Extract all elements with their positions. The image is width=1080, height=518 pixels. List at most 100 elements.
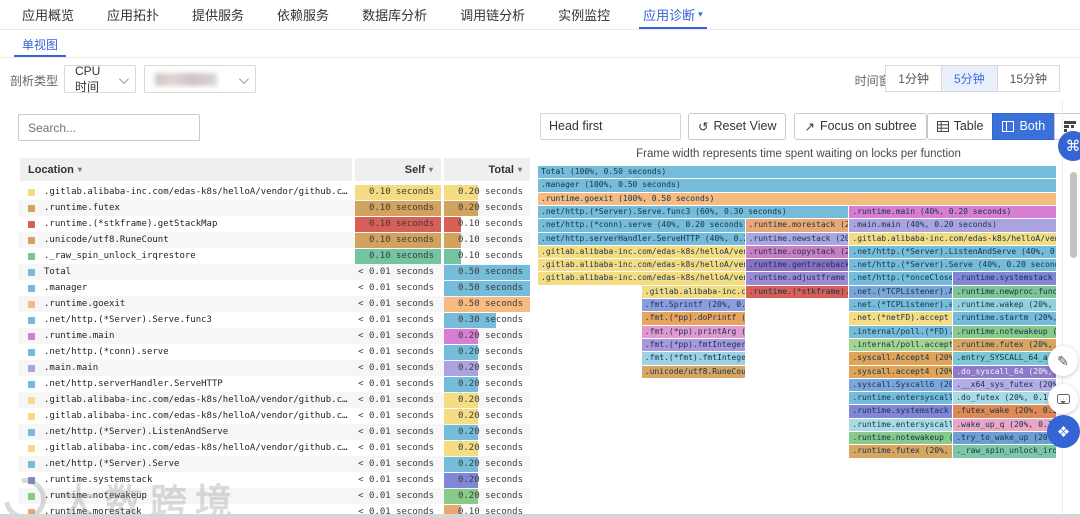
table-row[interactable]: .gitlab.alibaba-inc.com/edas-k8s/helloA/… [18, 440, 530, 456]
nav-tab-提供服务[interactable]: 提供服务 [192, 0, 244, 29]
flame-frame[interactable]: .runtime.notewakeup (20%, 0.10 seconds) [953, 326, 1057, 338]
flame-frame[interactable]: .fmt.Sprintf (20%, 0.10 seconds) [642, 299, 746, 311]
profile-type-select[interactable]: CPU时间 [64, 65, 136, 93]
flame-frame[interactable]: .main.main (40%, 0.20 seconds) [849, 219, 1057, 231]
flame-frame[interactable]: .syscall.accept4 (20%, 0.10 seconds) [849, 366, 953, 378]
flame-frame[interactable]: .net/http.(*Server).Serve.func3 (60%, 0.… [538, 206, 849, 218]
table-row[interactable]: .runtime.notewakeup< 0.01 seconds0.20 se… [18, 488, 530, 504]
flame-frame[interactable]: .unicode/utf8.RuneCount [642, 366, 746, 378]
flame-frame[interactable]: .net/http.serverHandler.ServeHTTP (40%, … [538, 233, 746, 245]
flame-frame[interactable]: ._raw_spin_unlock_irqrestore (20%, 0.10 … [953, 445, 1057, 457]
flame-frame[interactable]: .runtime.main (40%, 0.20 seconds) [849, 206, 1057, 218]
flame-frame[interactable]: .internal/poll.(*FD).Accept (20%, 0.10 s… [849, 326, 953, 338]
chat-float-button[interactable]: ··· [1048, 384, 1078, 414]
flame-frame[interactable]: .runtime.wakep (20%, 0.10 seconds) [953, 299, 1057, 311]
table-row[interactable]: .runtime.futex0.10 seconds0.20 seconds [18, 200, 530, 216]
focus-subtree-button[interactable]: ↗ Focus on subtree [794, 113, 926, 140]
table-row[interactable]: .runtime.goexit< 0.01 seconds0.50 second… [18, 296, 530, 312]
table-row[interactable]: .runtime.systemstack< 0.01 seconds0.20 s… [18, 472, 530, 488]
flame-frame[interactable]: .runtime.entersyscall_sysmon (20%, 0.10 … [849, 419, 953, 431]
flame-frame[interactable]: .do_syscall_64 (20%, 0.10 seconds) [953, 366, 1057, 378]
flame-frame[interactable]: .runtime.notewakeup (20%, 0.10 seconds) [849, 432, 953, 444]
flame-frame[interactable]: .gitlab.alibaba-inc.com/edas-k8s/helloA/… [538, 259, 746, 271]
flame-frame[interactable]: .net.(*netFD).accept (20%, 0.10 seconds) [849, 312, 953, 324]
flame-frame[interactable]: Total (100%, 0.50 seconds) [538, 166, 1057, 178]
flame-frame[interactable]: .runtime.newstack (20%, 0.10 seconds) [746, 233, 850, 245]
flame-frame[interactable]: .net/http.(*conn).serve (40%, 0.20 secon… [538, 219, 746, 231]
nav-tab-调用链分析[interactable]: 调用链分析 [460, 0, 525, 29]
nav-tab-依赖服务[interactable]: 依赖服务 [277, 0, 329, 29]
flame-frame[interactable]: .gitlab.alibaba-inc.com/edas-k8s/helloA/… [642, 286, 746, 298]
feedback-pencil-button[interactable]: ✎ [1048, 346, 1078, 376]
search-input[interactable] [18, 114, 200, 141]
flame-frame[interactable]: .runtime.copystack (20%, 0.10 seconds) [746, 246, 850, 258]
table-row[interactable]: .runtime.(*stkframe).getStackMap0.10 sec… [18, 216, 530, 232]
flame-frame[interactable]: .wake_up_q (20%, 0.10 seconds) [953, 419, 1057, 431]
flame-frame[interactable]: .try_to_wake_up (20%, 0.10 seconds) [953, 432, 1057, 444]
nav-tab-数据库分析[interactable]: 数据库分析 [362, 0, 427, 29]
both-view-button[interactable]: Both [992, 113, 1055, 140]
flame-frame[interactable]: .runtime.entersyscall (20%, 0.10 seconds… [849, 392, 953, 404]
scrollbar-thumb[interactable] [1070, 172, 1077, 258]
flame-frame[interactable]: .syscall.Syscall6 (20%, 0.10 seconds) [849, 379, 953, 391]
table-row[interactable]: .gitlab.alibaba-inc.com/edas-k8s/helloA/… [18, 392, 530, 408]
flame-frame[interactable]: .runtime.gentraceback (20%, 0.10 seconds… [746, 259, 850, 271]
nav-tab-应用概览[interactable]: 应用概览 [22, 0, 74, 29]
flame-frame[interactable]: .gitlab.alibaba-inc.com/edas-k8s/helloA/… [849, 233, 1057, 245]
window-button-15分钟[interactable]: 15分钟 [997, 65, 1060, 92]
flame-frame[interactable]: .do_futex (20%, 0.10 seconds) [953, 392, 1057, 404]
flame-frame[interactable]: .net.(*TCPListener).Accept (20%, 0.10 se… [849, 286, 953, 298]
flame-frame[interactable]: .fmt.(*pp).doPrintf (20%, 0.10 seconds) [642, 312, 746, 324]
table-row[interactable]: .manager< 0.01 seconds0.50 seconds [18, 280, 530, 296]
flame-frame[interactable]: .runtime.systemstack (20%, 0.10 seconds) [849, 405, 953, 417]
flame-frame[interactable]: .manager (100%, 0.50 seconds) [538, 179, 1057, 191]
flame-frame[interactable]: .runtime.systemstack (20%, 0.10 seconds) [953, 272, 1057, 284]
nav-tab-应用拓扑[interactable]: 应用拓扑 [107, 0, 159, 29]
flame-frame[interactable]: .__x64_sys_futex (20%, 0.10 seconds) [953, 379, 1057, 391]
table-row[interactable]: .net/http.serverHandler.ServeHTTP< 0.01 … [18, 376, 530, 392]
tab-single-view[interactable]: 单视图 [22, 31, 58, 57]
flame-frame[interactable]: .runtime.futex (20%, 0.10 seconds) [953, 339, 1057, 351]
table-row[interactable]: .main.main< 0.01 seconds0.20 seconds [18, 360, 530, 376]
flame-frame[interactable]: .net/http.(*onceCloseListener).Accept (2… [849, 272, 953, 284]
apps-float-button[interactable]: ❖ [1047, 415, 1080, 448]
flame-frame[interactable]: .fmt.(*pp).printArg (20%, 0.10 seconds) [642, 326, 746, 338]
window-button-1分钟[interactable]: 1分钟 [885, 65, 942, 92]
table-row[interactable]: .unicode/utf8.RuneCount0.10 seconds0.10 … [18, 232, 530, 248]
window-button-5分钟[interactable]: 5分钟 [941, 65, 998, 92]
flame-frame[interactable]: .runtime.adjustframe (20%, 0.10 seconds) [746, 272, 850, 284]
column-header-location[interactable]: Location ▾ [20, 158, 352, 181]
table-row[interactable]: Total< 0.01 seconds0.50 seconds [18, 264, 530, 280]
nav-tab-实例监控[interactable]: 实例监控 [558, 0, 610, 29]
table-row[interactable]: .gitlab.alibaba-inc.com/edas-k8s/helloA/… [18, 184, 530, 200]
flame-frame[interactable]: .runtime.futex (20%, 0.10 seconds) [849, 445, 953, 457]
column-header-self[interactable]: Self ▾ [355, 158, 441, 181]
table-row[interactable]: .net/http.(*conn).serve< 0.01 seconds0.2… [18, 344, 530, 360]
flame-frame[interactable]: .futex_wake (20%, 0.10 seconds) [953, 405, 1057, 417]
flame-frame[interactable]: .net/http.(*Server).ListenAndServe (40%,… [849, 246, 1057, 258]
flame-frame[interactable]: .fmt.(*pp).fmtInteger (20%, 0.10 seconds… [642, 339, 746, 351]
flame-frame[interactable]: .net.(*TCPListener).accept (20%, 0.10 se… [849, 299, 953, 311]
flame-frame[interactable]: .runtime.morestack (20%, 0.10 seconds) [746, 219, 850, 231]
table-row[interactable]: .net/http.(*Server).ListenAndServe< 0.01… [18, 424, 530, 440]
table-view-button[interactable]: Table [927, 113, 994, 140]
flame-frame[interactable]: .gitlab.alibaba-inc.com/edas-k8s/helloA/… [538, 246, 746, 258]
flame-frame[interactable]: .syscall.Accept4 (20%, 0.10 seconds) [849, 352, 953, 364]
table-row[interactable]: .gitlab.alibaba-inc.com/edas-k8s/helloA/… [18, 408, 530, 424]
flame-frame[interactable]: .runtime.newproc.func1 (20%, 0.10 second… [953, 286, 1057, 298]
flame-frame[interactable]: .runtime.startm (20%, 0.10 seconds) [953, 312, 1057, 324]
head-first-input[interactable] [540, 113, 681, 140]
reset-view-button[interactable]: ↺ Reset View [688, 113, 786, 140]
table-row[interactable]: ._raw_spin_unlock_irqrestore0.10 seconds… [18, 248, 530, 264]
flame-frame[interactable]: .entry_SYSCALL_64_after_hwframe (20%, 0.… [953, 352, 1057, 364]
flame-frame[interactable]: .runtime.goexit (100%, 0.50 seconds) [538, 193, 1057, 205]
table-row[interactable]: .net/http.(*Server).Serve.func3< 0.01 se… [18, 312, 530, 328]
flame-frame[interactable]: .fmt.(*fmt).fmtInteger (20%, 0.10 second… [642, 352, 746, 364]
flame-frame[interactable]: .gitlab.alibaba-inc.com/edas-k8s/helloA/… [538, 272, 746, 284]
table-row[interactable]: .net/http.(*Server).Serve< 0.01 seconds0… [18, 456, 530, 472]
flame-frame[interactable]: .internal/poll.accept (20%, 0.10 seconds… [849, 339, 953, 351]
table-row[interactable]: .runtime.main< 0.01 seconds0.20 seconds [18, 328, 530, 344]
instance-select[interactable] [144, 65, 256, 93]
nav-tab-应用诊断[interactable]: 应用诊断▾ [643, 0, 703, 29]
column-header-total[interactable]: Total ▾ [444, 158, 530, 181]
